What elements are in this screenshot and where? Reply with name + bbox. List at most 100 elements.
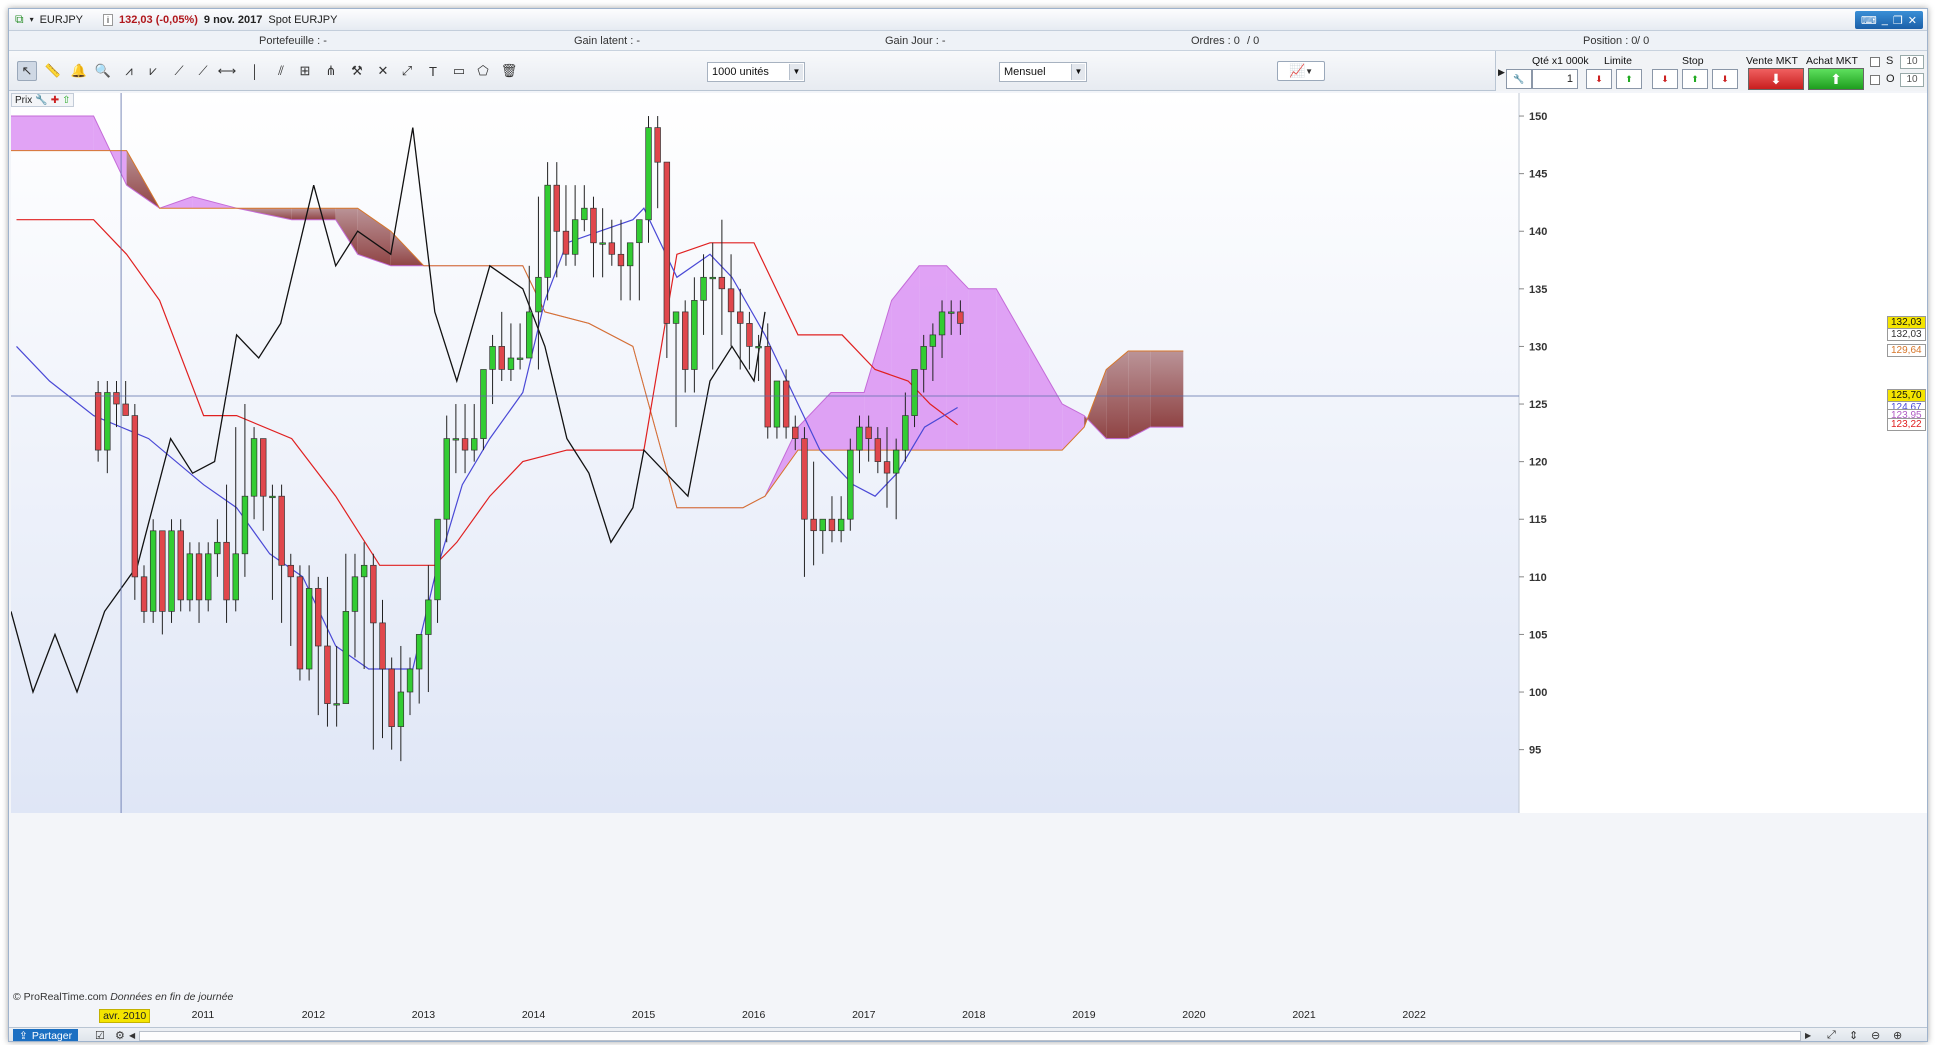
vertical-line-icon[interactable]: │: [245, 61, 265, 81]
wrench-icon[interactable]: 🔧: [35, 95, 47, 106]
y-tick-label: 145: [1529, 169, 1547, 181]
channel-icon[interactable]: ⫽: [271, 61, 291, 81]
candle-down: [159, 530, 166, 612]
account-infobar: Portefeuille : - Gain latent : - Gain Jo…: [9, 31, 1927, 51]
units-select[interactable]: 1000 unités ▼: [707, 62, 805, 82]
zoom-fit-icon[interactable]: ⤢: [1827, 1029, 1836, 1041]
text-tool-icon[interactable]: T: [423, 61, 443, 81]
x-tick-label: 2021: [1292, 1009, 1316, 1021]
autoscale-icon[interactable]: ⇕: [1849, 1029, 1858, 1041]
measure-icon[interactable]: ⚒: [347, 61, 367, 81]
candle-up: [837, 518, 845, 532]
panel-collapse-icon[interactable]: ▶: [1498, 67, 1505, 78]
stop-sell-button[interactable]: ⬇: [1652, 69, 1678, 89]
polygon-icon[interactable]: ⬠: [473, 61, 493, 81]
symbol-label[interactable]: EURJPY: [40, 14, 83, 26]
stop-buy-button[interactable]: ⬆: [1682, 69, 1708, 89]
zoom-out-icon[interactable]: ⊖: [1871, 1029, 1880, 1041]
x-tick-label: 2022: [1402, 1009, 1426, 1021]
price-panel-tag[interactable]: Prix 🔧 ✚ ⇧: [11, 93, 75, 107]
symbol-dropdown-icon[interactable]: ▾: [30, 15, 34, 24]
limit-sell-button[interactable]: ⬇: [1586, 69, 1612, 89]
portfolio-label: Portefeuille : -: [259, 35, 327, 47]
scroll-right-icon[interactable]: ▶: [1805, 1031, 1811, 1040]
horizontal-scrollbar[interactable]: [139, 1031, 1801, 1041]
fibonacci-icon[interactable]: ⊞: [295, 61, 315, 81]
wrench-icon[interactable]: 🔧: [1506, 69, 1532, 89]
period-select[interactable]: Mensuel ▼: [999, 62, 1087, 82]
zoom-icon[interactable]: 🔍: [93, 61, 113, 81]
zoom-in-icon[interactable]: ⊕: [1893, 1029, 1902, 1041]
ray-icon[interactable]: ⟋: [193, 61, 213, 81]
candle-up: [645, 127, 652, 221]
indicator-chart-icon: 📈: [1288, 63, 1306, 78]
candle-down: [764, 346, 771, 428]
s-input[interactable]: 10: [1900, 55, 1924, 69]
add-indicator-icon[interactable]: ✚: [51, 95, 59, 106]
rectangle-icon[interactable]: ▭: [449, 61, 469, 81]
maximize-icon[interactable]: ⇧: [62, 95, 70, 106]
order-panel: ▶ 🔧 Qté x1 000k 1 Limite ⬇ ⬆ Stop ⬇ ⬆ ⬇ …: [1495, 51, 1927, 91]
tools-icon[interactable]: ⚙: [115, 1029, 125, 1041]
scroll-left-icon[interactable]: ◀: [129, 1031, 135, 1040]
gann-icon[interactable]: ⤢: [397, 61, 417, 81]
price-tag-kijun: 123,22: [1887, 417, 1926, 431]
buy-market-button[interactable]: ⬆: [1808, 68, 1864, 90]
price-tag-cloud: 129,64: [1887, 343, 1926, 357]
units-select-value: 1000 unités: [712, 66, 769, 78]
candle-up: [342, 611, 350, 704]
candle-down: [278, 495, 285, 566]
o-checkbox[interactable]: [1870, 75, 1880, 85]
share-button[interactable]: ⇪ Partager: [13, 1029, 79, 1041]
candle-up: [507, 357, 515, 370]
candle-up: [892, 449, 900, 474]
trendline-green-icon[interactable]: ⩗: [143, 61, 163, 81]
checkmark-icon[interactable]: ☑: [95, 1029, 105, 1041]
y-tick-label: 110: [1529, 572, 1547, 584]
price-chart[interactable]: 95 100 105 110 115 120 125 130 135 140 145 150: [11, 93, 1927, 813]
horizontal-line-icon[interactable]: ⟷: [217, 61, 237, 81]
minimize-icon[interactable]: _: [1882, 14, 1888, 26]
x-tick-label: 2013: [411, 1009, 436, 1021]
quote-date: 9 nov. 2017: [203, 13, 263, 26]
chevron-down-icon: ▼: [789, 64, 803, 80]
copyright-text: © ProRealTime.com: [13, 991, 108, 1003]
cursor-icon[interactable]: ↖: [17, 61, 37, 81]
line-icon[interactable]: ⟋: [169, 61, 189, 81]
ruler-icon[interactable]: 📏: [43, 61, 63, 81]
info-icon[interactable]: i: [103, 13, 113, 26]
pitchfork-icon[interactable]: ⋔: [321, 61, 341, 81]
alert-bell-icon[interactable]: 🔔: [69, 61, 89, 81]
s-checkbox[interactable]: [1870, 57, 1880, 67]
chart-icon[interactable]: ⧉: [15, 12, 24, 27]
x-tick-label: 2011: [191, 1009, 215, 1021]
cloud-segment: [1128, 351, 1151, 439]
o-input[interactable]: 10: [1900, 73, 1924, 87]
candle-down: [140, 576, 148, 612]
keyboard-icon[interactable]: ⌨: [1861, 14, 1877, 27]
price-tag-plain: 132,03: [1887, 327, 1926, 341]
indicators-button[interactable]: 📈 ▼: [1277, 61, 1325, 81]
y-tick-label: 100: [1529, 687, 1547, 699]
trendline-red-icon[interactable]: ⩘: [119, 61, 139, 81]
sell-market-button[interactable]: ⬇: [1748, 68, 1804, 90]
candle-up: [544, 184, 551, 278]
candle-down: [663, 161, 671, 324]
candle-down: [617, 253, 625, 267]
candle-up: [214, 541, 221, 555]
qty-label: Qté x1 000k: [1532, 55, 1589, 67]
candle-down: [131, 415, 139, 578]
stop-trailing-button[interactable]: ⬇: [1712, 69, 1738, 89]
close-icon[interactable]: ✕: [1908, 14, 1917, 27]
x-tick-label: 2015: [631, 1009, 656, 1021]
candle-down: [370, 564, 377, 624]
cloud-segment: [11, 116, 61, 151]
restore-icon[interactable]: ❐: [1893, 14, 1903, 27]
qty-input[interactable]: 1: [1532, 69, 1578, 89]
candle-up: [250, 438, 258, 497]
o-label: O: [1886, 73, 1895, 85]
cross-icon[interactable]: ✕: [373, 61, 393, 81]
limit-buy-button[interactable]: ⬆: [1616, 69, 1642, 89]
trash-icon[interactable]: 🗑: [499, 61, 519, 81]
candle-down: [324, 645, 331, 704]
